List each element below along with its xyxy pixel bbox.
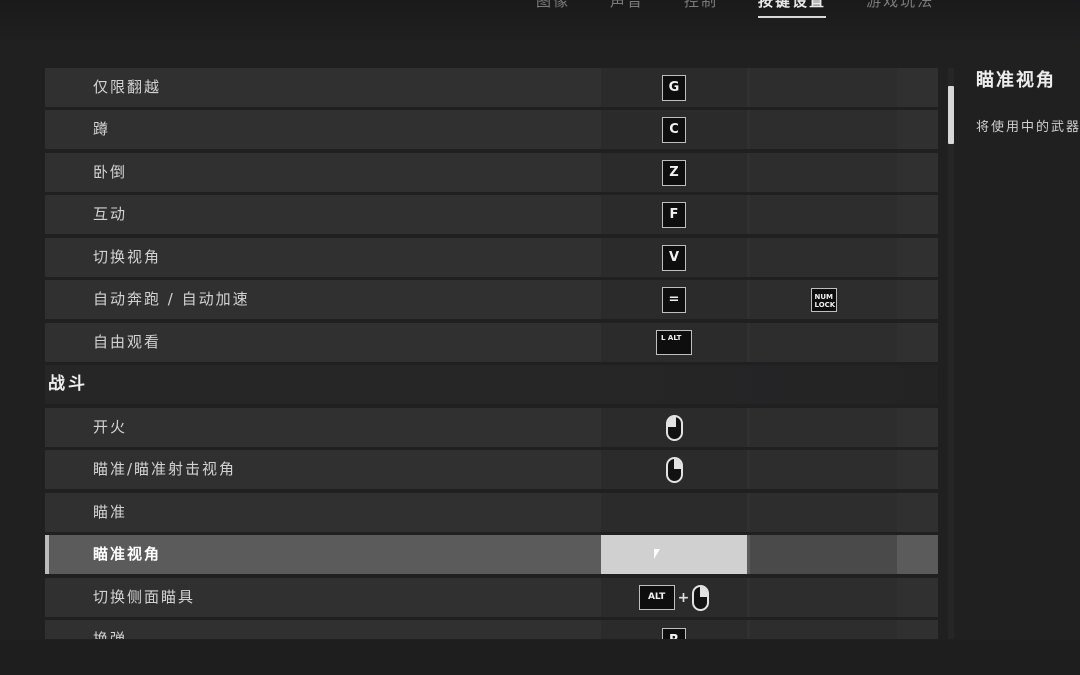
- primary-key-slot[interactable]: =: [601, 280, 747, 319]
- keybind-row-reload[interactable]: 换弹 R: [45, 620, 938, 639]
- section-header-combat: 战斗: [45, 365, 938, 404]
- key-cap: =: [662, 286, 686, 313]
- keybind-label: 瞄准/瞄准射击视角: [93, 460, 237, 478]
- keybind-label: 切换侧面瞄具: [93, 588, 196, 606]
- keybind-row-prone[interactable]: 卧倒 Z: [45, 153, 938, 192]
- keybind-label: 蹲: [93, 120, 111, 138]
- scrollbar-thumb[interactable]: [948, 86, 954, 144]
- primary-key-slot[interactable]: [601, 450, 747, 489]
- secondary-key-slot[interactable]: [750, 535, 897, 574]
- keybind-label: 卧倒: [93, 163, 128, 181]
- combo-plus: +: [677, 589, 690, 606]
- secondary-key-slot[interactable]: [750, 195, 897, 234]
- detail-title: 瞄准视角: [976, 70, 1056, 91]
- secondary-key-slot[interactable]: [750, 408, 897, 447]
- secondary-key-slot[interactable]: NUM LOCK: [750, 280, 897, 319]
- keybind-label: 切换视角: [93, 248, 162, 266]
- secondary-key-slot[interactable]: [750, 578, 897, 617]
- secondary-key-slot[interactable]: [750, 68, 897, 107]
- keybind-label: 开火: [93, 418, 128, 436]
- keybind-row-auto-run[interactable]: 自动奔跑 / 自动加速 = NUM LOCK: [45, 280, 938, 319]
- keybind-row-aim[interactable]: 瞄准: [45, 493, 938, 532]
- settings-tabs: 图像 声音 控制 按键设置 游戏玩法: [536, 0, 974, 20]
- primary-key-slot[interactable]: Z: [601, 153, 747, 192]
- primary-key-slot[interactable]: F: [601, 195, 747, 234]
- secondary-key-slot[interactable]: [750, 238, 897, 277]
- key-cap: V: [662, 244, 686, 271]
- secondary-key-slot[interactable]: [750, 620, 897, 639]
- primary-key-slot[interactable]: ALT +: [601, 578, 747, 617]
- keybind-label: 瞄准视角: [93, 545, 162, 563]
- tab-keybindings[interactable]: 按键设置: [758, 0, 827, 18]
- keybind-label: 仅限翻越: [93, 78, 162, 96]
- key-cap: R: [662, 628, 686, 639]
- keybind-label: 自由观看: [93, 333, 162, 351]
- tab-sound[interactable]: 声音: [610, 0, 644, 18]
- keybind-row-crouch[interactable]: 蹲 C: [45, 110, 938, 149]
- key-cap: Z: [662, 159, 686, 186]
- keybind-row-free-look[interactable]: 自由观看 L ALT: [45, 323, 938, 362]
- top-tab-bar: 图像 声音 控制 按键设置 游戏玩法: [0, 0, 1080, 46]
- primary-key-slot[interactable]: V: [601, 238, 747, 277]
- keybind-row-aim-ads[interactable]: 瞄准/瞄准射击视角: [45, 450, 938, 489]
- keybind-row-vault[interactable]: 仅限翻越 G: [45, 68, 938, 107]
- bottom-band: [0, 640, 1080, 675]
- secondary-key-slot[interactable]: [750, 323, 897, 362]
- secondary-key-slot[interactable]: [750, 450, 897, 489]
- list-scrollbar[interactable]: [948, 68, 954, 639]
- primary-key-slot[interactable]: C: [601, 110, 747, 149]
- primary-key-slot[interactable]: L ALT: [601, 323, 747, 362]
- key-cap: NUM LOCK: [810, 287, 837, 312]
- primary-key-slot[interactable]: [601, 493, 747, 532]
- keybind-row-toggle-view[interactable]: 切换视角 V: [45, 238, 938, 277]
- secondary-key-slot[interactable]: [750, 110, 897, 149]
- mouse-right-icon: [692, 584, 710, 611]
- key-cap: F: [662, 201, 686, 228]
- secondary-key-slot[interactable]: [750, 153, 897, 192]
- key-cap: G: [662, 74, 686, 101]
- keybind-row-fire[interactable]: 开火: [45, 408, 938, 447]
- mouse-left-icon: [665, 414, 683, 441]
- keybind-row-toggle-side-sight[interactable]: 切换侧面瞄具 ALT +: [45, 578, 938, 617]
- primary-key-slot[interactable]: R: [601, 620, 747, 639]
- tab-control[interactable]: 控制: [684, 0, 718, 18]
- key-cap: L ALT: [656, 330, 692, 355]
- keybinding-list: 仅限翻越 G 蹲 C 卧倒 Z 互动 F 切换视角 V 自动奔跑 / 自动加速: [45, 68, 938, 639]
- keybind-label: 瞄准: [93, 503, 128, 521]
- keybind-label: 自动奔跑 / 自动加速: [93, 290, 250, 308]
- primary-key-slot[interactable]: [601, 408, 747, 447]
- key-cap: C: [662, 116, 686, 143]
- keybind-label: 换弹: [93, 630, 128, 639]
- secondary-key-slot[interactable]: [750, 493, 897, 532]
- tab-graphics[interactable]: 图像: [536, 0, 570, 18]
- primary-key-slot[interactable]: G: [601, 68, 747, 107]
- mouse-right-icon: [665, 456, 683, 483]
- detail-description: 将使用中的武器: [976, 120, 1080, 135]
- keybind-label: 互动: [93, 205, 128, 223]
- selection-indicator: [45, 535, 49, 574]
- primary-key-slot-active[interactable]: [601, 535, 747, 574]
- keybind-row-interact[interactable]: 互动 F: [45, 195, 938, 234]
- section-title: 战斗: [48, 374, 88, 394]
- mouse-cursor-icon: [654, 549, 660, 559]
- tab-gameplay[interactable]: 游戏玩法: [866, 0, 934, 18]
- key-cap: ALT: [638, 585, 675, 610]
- keybind-row-aim-view[interactable]: 瞄准视角: [45, 535, 938, 574]
